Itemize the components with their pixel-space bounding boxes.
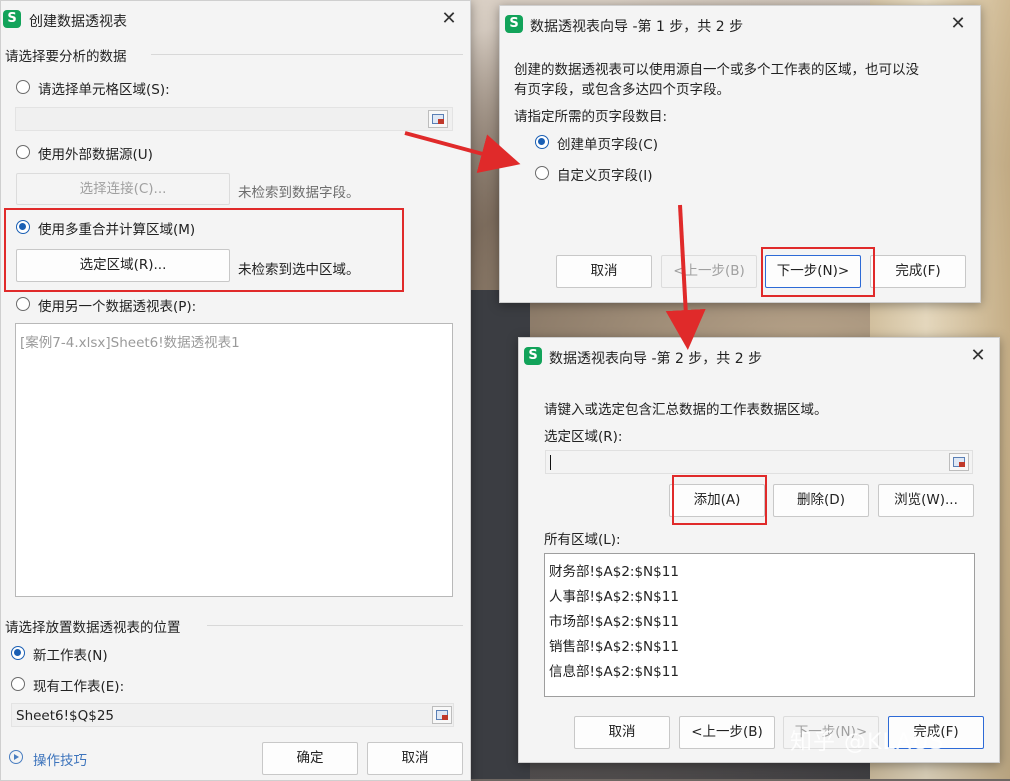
range-label: 选定区域(R): [544,429,623,445]
no-data-field-text: 未检索到数据字段。 [238,185,360,201]
create-pivot-dialog: S 创建数据透视表 ✕ 请选择要分析的数据 请选择单元格区域(S): 使用外部数… [0,0,471,781]
radio-multi-consolidate-label[interactable]: 使用多重合并计算区域(M) [38,218,195,238]
add-button[interactable]: 添加(A) [669,484,765,517]
pivot-table-list[interactable]: [案例7-4.xlsx]Sheet6!数据透视表1 [15,323,453,597]
dialog-titlebar: S 数据透视表向导 -第 1 步，共 2 步 ✕ [500,6,980,42]
wizard-description-line2: 有页字段，或包含多达四个页字段。 [514,82,730,98]
range-instruction: 请键入或选定包含汇总数据的工作表数据区域。 [544,402,828,418]
radio-another-pivot[interactable] [16,297,30,311]
radio-existing-sheet-label[interactable]: 现有工作表(E): [33,675,124,695]
wps-app-icon: S [524,347,542,365]
select-connection-button[interactable]: 选择连接(C)... [16,173,230,205]
radio-multi-consolidate[interactable] [16,220,30,234]
prev-step-button[interactable]: <上一步(B) [661,255,757,288]
radio-cell-range[interactable] [16,80,30,94]
wps-app-icon: S [505,15,523,33]
all-ranges-label: 所有区域(L): [544,532,621,548]
tips-icon[interactable] [9,750,23,764]
section-heading-location: 请选择放置数据透视表的位置 [5,620,181,636]
watermark-text: 知乎 @KLAUS [790,730,945,755]
ok-button[interactable]: 确定 [262,742,358,775]
close-icon[interactable]: ✕ [946,12,970,36]
dialog-title: 数据透视表向导 -第 1 步，共 2 步 [530,19,744,35]
radio-new-sheet-label[interactable]: 新工作表(N) [33,644,108,664]
text-cursor [550,455,551,470]
close-icon[interactable]: ✕ [966,344,990,368]
location-picker-icon[interactable] [432,706,452,724]
select-region-button[interactable]: 选定区域(R)... [16,249,230,282]
finish-button[interactable]: 完成(F) [870,255,966,288]
all-ranges-list[interactable]: 财务部!$A$2:$N$11 人事部!$A$2:$N$11 市场部!$A$2:$… [544,553,975,697]
close-icon[interactable]: ✕ [437,7,461,31]
radio-custom-page-field-label[interactable]: 自定义页字段(I) [557,164,653,184]
range-list-item[interactable]: 人事部!$A$2:$N$11 [549,585,679,605]
cell-range-input [15,107,453,131]
pivot-list-item[interactable]: [案例7-4.xlsx]Sheet6!数据透视表1 [20,331,240,351]
dialog-title: 创建数据透视表 [29,14,127,30]
divider [151,54,463,55]
cancel-button[interactable]: 取消 [574,716,670,749]
location-input[interactable]: Sheet6!$Q$25 [11,703,454,727]
page-field-prompt: 请指定所需的页字段数目: [514,109,668,125]
range-picker-icon [428,110,448,128]
wps-app-icon: S [3,10,21,28]
radio-cell-range-label[interactable]: 请选择单元格区域(S): [38,78,170,98]
radio-another-pivot-label[interactable]: 使用另一个数据透视表(P): [38,295,196,315]
range-picker-icon[interactable] [949,453,969,471]
radio-external-source-label[interactable]: 使用外部数据源(U) [38,143,153,163]
range-list-item[interactable]: 销售部!$A$2:$N$11 [549,635,679,655]
no-selected-region-text: 未检索到选中区域。 [238,262,360,278]
browse-button[interactable]: 浏览(W)... [878,484,974,517]
radio-single-page-field[interactable] [535,135,549,149]
radio-external-source[interactable] [16,145,30,159]
radio-single-page-field-label[interactable]: 创建单页字段(C) [557,133,658,153]
range-input[interactable] [545,450,973,474]
cancel-button[interactable]: 取消 [367,742,463,775]
dialog-title: 数据透视表向导 -第 2 步，共 2 步 [549,351,763,367]
location-value: Sheet6!$Q$25 [16,708,115,724]
radio-new-sheet[interactable] [11,646,25,660]
wizard-description-line1: 创建的数据透视表可以使用源自一个或多个工作表的区域，也可以没 [514,62,919,78]
prev-step-button[interactable]: <上一步(B) [679,716,775,749]
pivot-wizard-step2-dialog: S 数据透视表向导 -第 2 步，共 2 步 ✕ 请键入或选定包含汇总数据的工作… [518,337,1000,763]
delete-button[interactable]: 删除(D) [773,484,869,517]
range-list-item[interactable]: 财务部!$A$2:$N$11 [549,560,679,580]
dialog-titlebar: S 数据透视表向导 -第 2 步，共 2 步 ✕ [519,338,999,374]
section-heading-data: 请选择要分析的数据 [5,49,127,65]
radio-existing-sheet[interactable] [11,677,25,691]
range-list-item[interactable]: 信息部!$A$2:$N$11 [549,660,679,680]
next-step-button[interactable]: 下一步(N)> [765,255,861,288]
divider [207,625,463,626]
dialog-titlebar: S 创建数据透视表 ✕ [1,1,470,37]
range-list-item[interactable]: 市场部!$A$2:$N$11 [549,610,679,630]
pivot-wizard-step1-dialog: S 数据透视表向导 -第 1 步，共 2 步 ✕ 创建的数据透视表可以使用源自一… [499,5,981,303]
tips-link[interactable]: 操作技巧 [33,749,87,769]
radio-custom-page-field[interactable] [535,166,549,180]
cancel-button[interactable]: 取消 [556,255,652,288]
